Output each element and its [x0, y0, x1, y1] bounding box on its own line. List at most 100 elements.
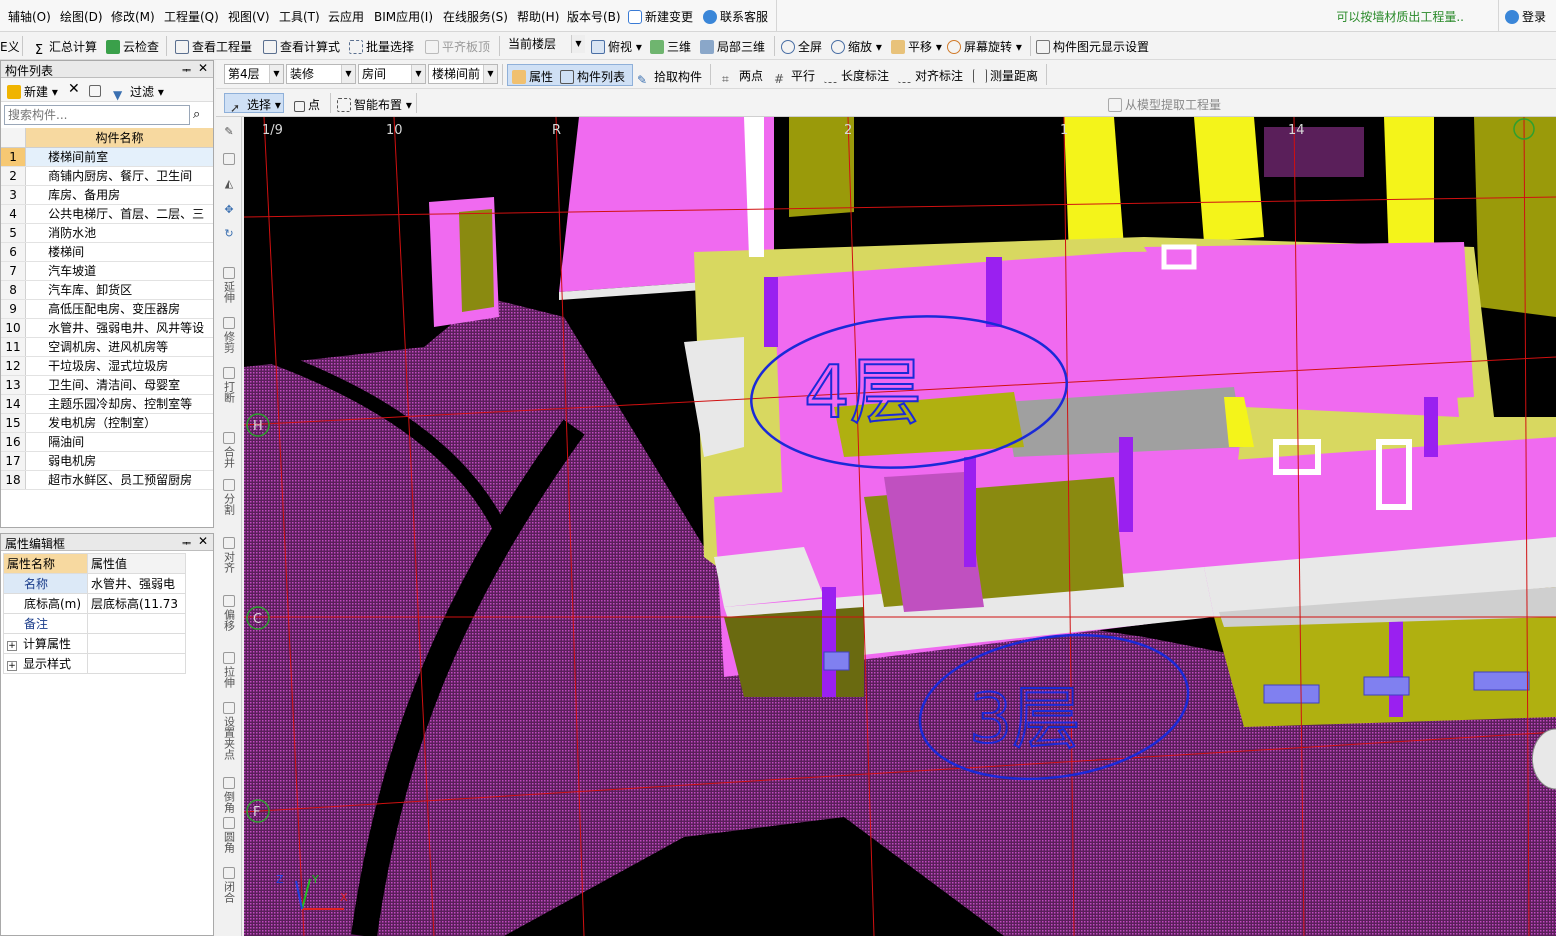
component-name[interactable]: 干垃圾房、湿式垃圾房	[25, 356, 213, 376]
floor-scope-select[interactable]: 当前楼层 ▼	[505, 35, 585, 55]
menu-cloud[interactable]: 云应用	[328, 8, 364, 25]
side-tool-button[interactable]: 设置夹点	[219, 702, 239, 763]
filter-button[interactable]: ▼ 过滤 ▾	[113, 83, 164, 102]
measure-distance-button[interactable]: 测量距离	[973, 67, 1038, 84]
component-name[interactable]: 超市水鲜区、员工预留厨房	[25, 470, 213, 490]
side-tool-button[interactable]: 偏移	[219, 595, 239, 634]
component-row[interactable]: 14 主题乐园冷却房、控制室等	[1, 394, 213, 414]
component-name[interactable]: 发电机房（控制室）	[25, 413, 213, 433]
component-select[interactable]: 楼梯间前 ▼	[428, 64, 498, 84]
display-settings-button[interactable]: 构件图元显示设置	[1036, 38, 1149, 55]
extract-quantity-button[interactable]: 从模型提取工程量	[1108, 96, 1221, 113]
component-row[interactable]: 12 干垃圾房、湿式垃圾房	[1, 356, 213, 376]
component-row[interactable]: 18 超市水鲜区、员工预留厨房	[1, 470, 213, 490]
new-component-button[interactable]: 新建 ▾	[7, 83, 58, 100]
screen-rotate-button[interactable]: 屏幕旋转 ▾	[947, 38, 1022, 55]
component-name[interactable]: 楼梯间	[25, 242, 213, 262]
copy-icon[interactable]	[219, 153, 239, 167]
component-name[interactable]: 主题乐园冷却房、控制室等	[25, 394, 213, 414]
component-name[interactable]: 水管井、强弱电井、风井等设	[25, 318, 213, 338]
component-row[interactable]: 13 卫生间、清洁间、母婴室	[1, 375, 213, 395]
component-name[interactable]: 隔油间	[25, 432, 213, 452]
side-tool-button[interactable]: 分割	[219, 479, 239, 518]
component-name[interactable]: 空调机房、进风机房等	[25, 337, 213, 357]
side-tool-button[interactable]: 拉伸	[219, 652, 239, 691]
view-formula-button[interactable]: 查看计算式	[263, 38, 340, 55]
side-tool-button[interactable]: 延伸	[219, 267, 239, 306]
component-name[interactable]: 商铺内厨房、餐厅、卫生间	[25, 166, 213, 186]
property-row[interactable]: 底标高(m) 层底标高(11.73	[3, 593, 186, 614]
side-tool-button[interactable]: 对齐	[219, 537, 239, 576]
component-row[interactable]: 8 汽车库、卸货区	[1, 280, 213, 300]
align-dimension-button[interactable]: 对齐标注	[898, 67, 963, 84]
component-row[interactable]: 17 弱电机房	[1, 451, 213, 471]
side-tool-button[interactable]: 圆角	[219, 817, 239, 856]
promo-link[interactable]: 可以按墙材质出工程量..	[1336, 8, 1464, 25]
top-view-button[interactable]: 俯视 ▾	[591, 38, 642, 55]
type-select[interactable]: 房间 ▼	[358, 64, 426, 84]
component-row[interactable]: 4 公共电梯厅、首层、二层、三	[1, 204, 213, 224]
close-icon[interactable]: ✕	[198, 534, 208, 548]
menu-help[interactable]: 帮助(H)	[517, 8, 559, 25]
component-row[interactable]: 2 商铺内厨房、餐厅、卫生间	[1, 166, 213, 186]
property-value[interactable]: 层底标高(11.73	[87, 593, 186, 614]
3d-view-button[interactable]: 三维	[650, 38, 691, 55]
property-value[interactable]: 水管井、强弱电	[87, 573, 186, 594]
property-value[interactable]	[87, 653, 186, 674]
component-row[interactable]: 11 空调机房、进风机房等	[1, 337, 213, 357]
3d-viewport[interactable]: 1/9 10 R 2 1 14 H C F 4层 3层 X Y Z	[244, 117, 1556, 936]
menu-online[interactable]: 在线服务(S)	[443, 8, 508, 25]
property-row[interactable]: 备注	[3, 613, 186, 634]
component-name[interactable]: 汽车库、卸货区	[25, 280, 213, 300]
length-dimension-button[interactable]: 长度标注	[824, 67, 889, 84]
side-tool-button[interactable]: 闭合	[219, 867, 239, 906]
batch-select-button[interactable]: 批量选择	[349, 38, 414, 55]
login-button[interactable]: 登录	[1498, 0, 1556, 32]
component-name[interactable]: 高低压配电房、变压器房	[25, 299, 213, 319]
menu-axis[interactable]: 辅轴(O)	[8, 8, 51, 25]
fullscreen-button[interactable]: 全屏	[781, 38, 822, 55]
menu-quantity[interactable]: 工程量(Q)	[164, 8, 219, 25]
pan-button[interactable]: 平移 ▾	[891, 38, 942, 55]
property-row[interactable]: + 计算属性	[3, 633, 186, 654]
side-tool-button[interactable]: 打断	[219, 367, 239, 406]
side-tool-button[interactable]: 倒角	[219, 777, 239, 816]
component-row[interactable]: 6 楼梯间	[1, 242, 213, 262]
component-name[interactable]: 卫生间、清洁间、母婴室	[25, 375, 213, 395]
mirror-icon[interactable]: ◭	[219, 177, 239, 191]
component-row[interactable]: 1 楼梯间前室	[1, 147, 213, 167]
menu-version[interactable]: 版本号(B)	[567, 8, 621, 25]
summary-calc-button[interactable]: Σ 汇总计算	[32, 38, 97, 58]
cloud-check-button[interactable]: 云检查	[106, 38, 159, 55]
expand-icon[interactable]: +	[7, 661, 17, 671]
property-row[interactable]: + 显示样式	[3, 653, 186, 674]
pin-icon[interactable]: ᆍ	[182, 535, 191, 550]
component-name[interactable]: 弱电机房	[25, 451, 213, 471]
close-icon[interactable]: ✕	[198, 61, 208, 75]
model-canvas[interactable]: 1/9 10 R 2 1 14 H C F 4层 3层 X Y Z	[244, 117, 1556, 936]
component-row[interactable]: 7 汽车坡道	[1, 261, 213, 281]
zoom-button[interactable]: 缩放 ▾	[831, 38, 882, 55]
pin-icon[interactable]: ᆍ	[182, 62, 191, 77]
component-row[interactable]: 9 高低压配电房、变压器房	[1, 299, 213, 319]
menu-bim[interactable]: BIM应用(I)	[374, 8, 433, 25]
point-button[interactable]: 点	[294, 96, 320, 113]
copy-icon[interactable]	[89, 83, 104, 97]
component-row[interactable]: 3 库房、备用房	[1, 185, 213, 205]
pick-component-button[interactable]: ✎ 拾取构件	[637, 68, 702, 87]
delete-icon[interactable]: ✕	[68, 81, 80, 97]
flush-slab-button[interactable]: 平齐板顶	[425, 38, 490, 55]
menu-draw[interactable]: 绘图(D)	[60, 8, 103, 25]
component-name[interactable]: 消防水池	[25, 223, 213, 243]
view-quantity-button[interactable]: 查看工程量	[175, 38, 252, 55]
smart-layout-button[interactable]: 智能布置 ▾	[337, 96, 412, 113]
component-list-toggle[interactable]: 构件列表	[560, 68, 625, 85]
component-row[interactable]: 15 发电机房（控制室）	[1, 413, 213, 433]
move-icon[interactable]: ✥	[219, 203, 239, 217]
properties-toggle[interactable]: 属性	[512, 68, 553, 85]
component-row[interactable]: 10 水管井、强弱电井、风井等设	[1, 318, 213, 338]
expand-icon[interactable]: +	[7, 641, 17, 651]
component-name[interactable]: 楼梯间前室	[25, 147, 213, 167]
category-select[interactable]: 装修 ▼	[286, 64, 356, 84]
component-row[interactable]: 16 隔油间	[1, 432, 213, 452]
